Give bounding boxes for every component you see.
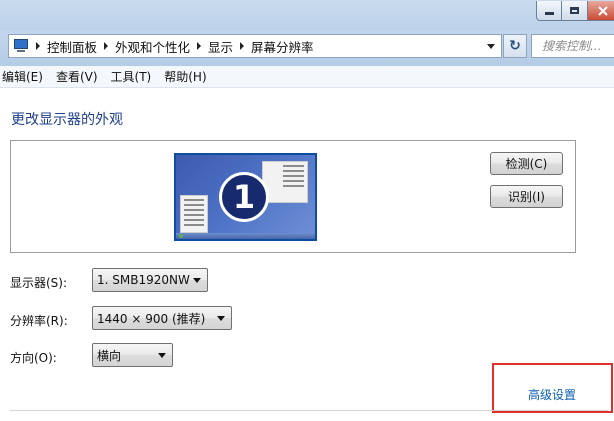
search-box[interactable] — [531, 34, 614, 58]
control-panel-icon — [13, 39, 29, 53]
menu-tools[interactable]: 工具(T) — [111, 68, 152, 85]
maximize-button[interactable] — [562, 1, 588, 21]
minimize-icon — [544, 12, 554, 15]
chevron-down-icon — [158, 353, 166, 358]
resolution-label: 分辨率(R): — [10, 314, 68, 328]
address-dropdown-icon[interactable] — [487, 44, 495, 49]
menu-edit[interactable]: 编辑(E) — [2, 68, 43, 85]
breadcrumb-display[interactable]: 显示 — [208, 37, 233, 56]
chevron-down-icon — [217, 316, 225, 321]
menu-help[interactable]: 帮助(H) — [164, 68, 206, 85]
detect-button[interactable]: 检测(C) — [490, 152, 563, 175]
chevron-right-icon[interactable] — [240, 42, 245, 50]
orientation-select[interactable]: 横向 — [92, 343, 173, 367]
orientation-label: 方向(O): — [10, 351, 57, 365]
navigation-bar: 控制面板 外观和个性化 显示 屏幕分辨率 ↻ — [0, 30, 614, 66]
close-icon — [597, 5, 608, 16]
refresh-button[interactable]: ↻ — [503, 34, 527, 58]
monitor-preview-panel: 1 检测(C) 识别(I) — [10, 140, 576, 253]
advanced-settings-link[interactable]: 高级设置 — [528, 386, 576, 403]
monitor-number-badge: 1 — [219, 172, 269, 222]
chevron-right-icon[interactable] — [197, 42, 202, 50]
display-label: 显示器(S): — [10, 276, 68, 290]
maximize-icon — [570, 7, 579, 14]
minimize-button[interactable] — [536, 1, 562, 21]
display-select[interactable]: 1. SMB1920NW — [92, 268, 208, 292]
menu-bar: 编辑(E) 查看(V) 工具(T) 帮助(H) — [0, 66, 614, 88]
close-button[interactable] — [588, 1, 614, 21]
divider — [10, 410, 608, 411]
menu-view[interactable]: 查看(V) — [56, 68, 98, 85]
identify-button[interactable]: 识别(I) — [490, 185, 563, 208]
breadcrumb-control-panel[interactable]: 控制面板 — [47, 37, 97, 56]
resolution-select[interactable]: 1440 × 900 (推荐) — [92, 306, 232, 330]
breadcrumb-appearance[interactable]: 外观和个性化 — [115, 37, 190, 56]
title-bar — [0, 0, 614, 30]
taskbar-thumbnail — [176, 233, 315, 239]
display-select-value: 1. SMB1920NW — [97, 273, 190, 287]
orientation-select-value: 横向 — [97, 348, 122, 363]
window-thumbnail — [180, 195, 208, 233]
monitor-thumbnail[interactable]: 1 — [174, 153, 317, 241]
chevron-right-icon[interactable] — [104, 42, 109, 50]
chevron-right-icon[interactable] — [36, 42, 40, 50]
address-bar[interactable]: 控制面板 外观和个性化 显示 屏幕分辨率 — [8, 34, 502, 58]
start-orb-icon — [179, 234, 183, 238]
resolution-select-value: 1440 × 900 (推荐) — [97, 311, 206, 326]
breadcrumb-screen-resolution[interactable]: 屏幕分辨率 — [251, 37, 314, 56]
page-title: 更改显示器的外观 — [11, 112, 123, 128]
refresh-icon: ↻ — [509, 38, 521, 54]
search-input[interactable] — [542, 39, 614, 53]
chevron-down-icon — [193, 278, 201, 283]
